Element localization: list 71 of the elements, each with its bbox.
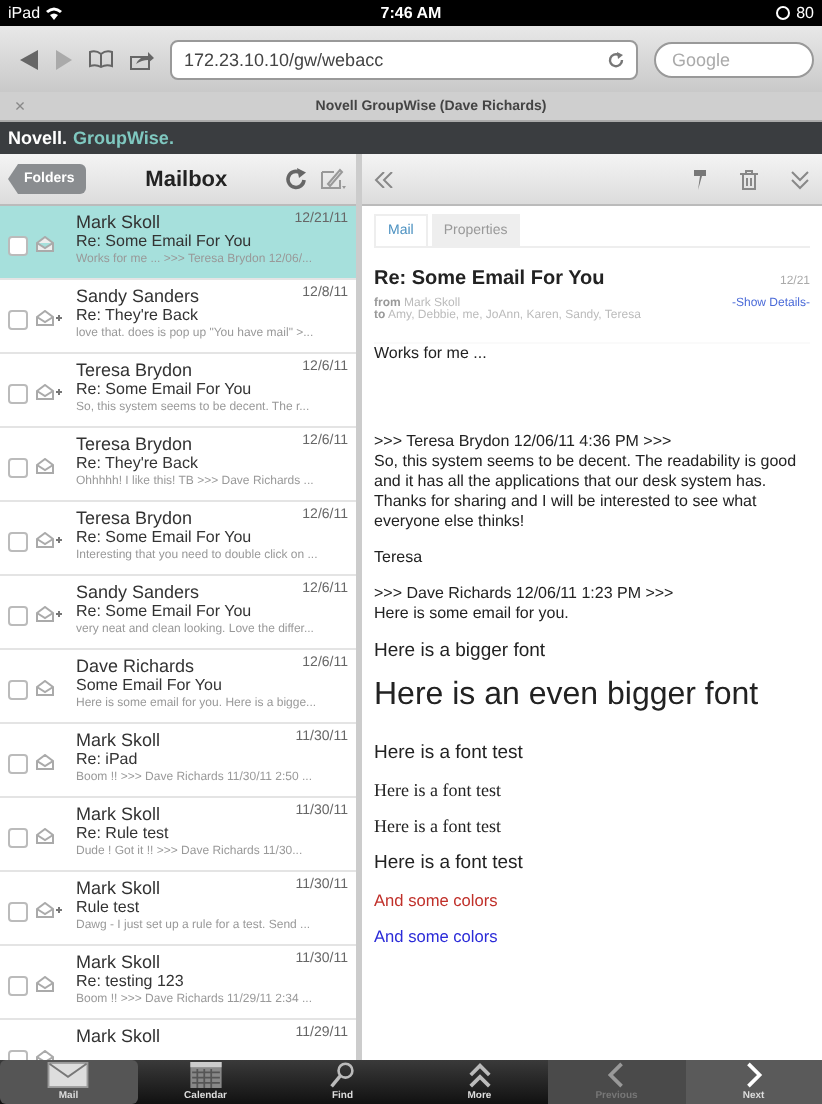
body-paragraph: >>> Teresa Brydon 12/06/11 4:36 PM >>> So, this system seems to be decent. The readability is good and it has all the applications that our desk system has. Thanks for sharing and I will be interested to see what everyone else thinks! — [374, 432, 799, 532]
message-subject: Re: testing 123 — [76, 972, 186, 990]
book-icon[interactable] — [88, 50, 114, 68]
checkbox[interactable] — [8, 680, 28, 700]
checkbox[interactable] — [8, 310, 28, 330]
message-subject: Re: Some Email For You — [76, 528, 254, 546]
checkbox[interactable] — [8, 902, 28, 922]
sender-name: Mark Skoll — [76, 212, 161, 232]
body-paragraph: >>> Dave Richards 12/06/11 1:23 PM >>> Here is some email for you. — [374, 584, 676, 624]
chevrons-up-icon — [465, 1062, 494, 1088]
email-subject: Re: Some Email For You — [374, 268, 605, 290]
colored-text: And some colors — [374, 926, 500, 946]
sender-name: Teresa Brydon — [76, 360, 193, 380]
back-icon[interactable] — [20, 49, 40, 69]
message-subject: Re: Some Email For You — [76, 380, 254, 398]
forward-icon[interactable] — [56, 49, 72, 69]
message-subject: Re: Some Email For You — [76, 602, 254, 620]
checkbox[interactable] — [8, 754, 28, 774]
brand-name: Novell. — [8, 128, 68, 148]
battery-percent: 80 — [796, 4, 814, 22]
product-name: GroupWise. — [73, 128, 174, 148]
body-paragraph: Teresa — [374, 548, 425, 568]
chevron-left-icon — [606, 1062, 627, 1088]
sender-name: Mark Skoll — [76, 1026, 161, 1046]
message-subject: Re: They're Back — [76, 306, 200, 324]
checkbox[interactable] — [8, 532, 28, 552]
reload-icon[interactable] — [608, 51, 624, 67]
sender-name: Mark Skoll — [76, 730, 161, 750]
message-subject: Re: They're Back — [76, 454, 200, 472]
compose-icon[interactable] — [320, 168, 348, 190]
checkbox[interactable] — [8, 458, 28, 478]
message-subject: Re: Rule test — [76, 824, 171, 842]
sender-name: Teresa Brydon — [76, 508, 193, 528]
sender-name: Mark Skoll — [76, 952, 161, 972]
trash-icon[interactable] — [740, 169, 758, 189]
body-paragraph: Here is a font test — [374, 742, 525, 764]
body-paragraph: Here is a font test — [374, 852, 525, 874]
wifi-icon — [46, 6, 63, 20]
sender-name: Mark Skoll — [76, 878, 161, 898]
search-field[interactable]: Google — [654, 41, 814, 77]
checkbox[interactable] — [8, 606, 28, 626]
clock: 7:46 AM — [378, 4, 444, 22]
sender-name: Sandy Sanders — [76, 582, 200, 602]
chevrons-down-icon[interactable] — [790, 169, 810, 189]
sender-name: Sandy Sanders — [76, 286, 200, 306]
search-icon — [328, 1062, 357, 1088]
sender-name: Teresa Brydon — [76, 434, 193, 454]
chevron-right-icon — [743, 1062, 764, 1088]
refresh-icon[interactable] — [286, 168, 308, 190]
body-paragraph: Here is a font test — [374, 780, 503, 800]
calendar-icon — [187, 1062, 224, 1088]
mailbox-title: Mailbox — [143, 167, 230, 191]
checkbox[interactable] — [8, 236, 28, 256]
checkbox[interactable] — [8, 976, 28, 996]
message-subject: Re: Some Email For You — [76, 232, 254, 250]
message-subject: Re: iPad — [76, 750, 140, 768]
message-subject: Some Email For You — [76, 676, 224, 694]
body-paragraph: Works for me ... — [374, 344, 489, 364]
address-field[interactable]: 172.23.10.10/gw/webacc — [170, 39, 638, 79]
body-paragraph: Here is an even bigger font — [374, 678, 761, 714]
checkbox[interactable] — [8, 384, 28, 404]
sender-name: Mark Skoll — [76, 804, 161, 824]
body-paragraph: Here is a bigger font — [374, 640, 548, 662]
collapse-icon[interactable] — [374, 171, 394, 187]
checkbox[interactable] — [8, 828, 28, 848]
share-icon[interactable] — [130, 49, 154, 69]
message-subject: Rule test — [76, 898, 142, 916]
body-paragraph: Here is a font test — [374, 816, 503, 836]
device-name: iPad — [8, 4, 41, 22]
colored-text: And some colors — [374, 890, 500, 910]
sender-name: Dave Richards — [76, 656, 195, 676]
